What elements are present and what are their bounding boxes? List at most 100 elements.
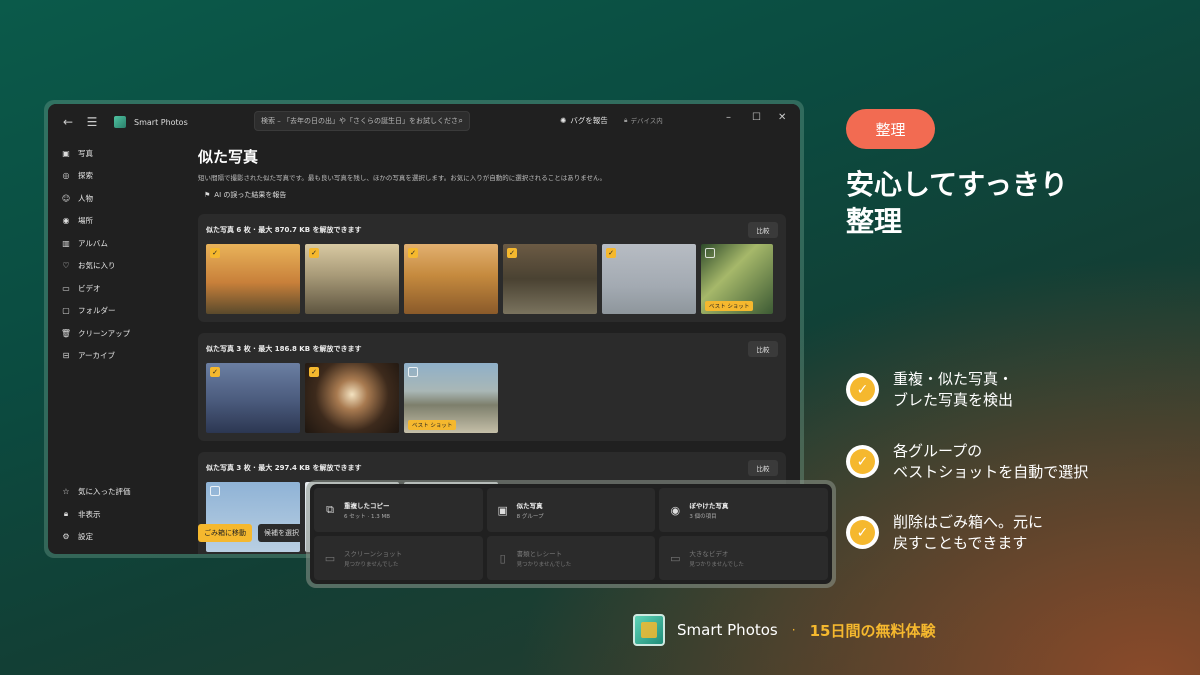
checkbox-unchecked[interactable]: [408, 367, 418, 377]
thumbnail-row: ✓ ✓ ベスト ショット: [206, 363, 498, 433]
copy-icon: ⧉: [326, 503, 334, 516]
photo-thumbnail[interactable]: ベスト ショット: [701, 244, 773, 314]
title-bar: ← ☰ Smart Photos 検索 – 「去年の日の出」や「さくらの誕生日」…: [48, 104, 800, 140]
category-card-large-videos[interactable]: ▭ 大きなビデオ見つかりませんでした: [659, 536, 828, 580]
category-subtitle: 見つかりませんでした: [689, 562, 744, 568]
checkbox-checked[interactable]: ✓: [408, 248, 418, 258]
photo-thumbnail[interactable]: ✓: [602, 244, 696, 314]
select-candidates-button[interactable]: 候補を選択: [258, 524, 305, 542]
checkbox-checked[interactable]: ✓: [210, 367, 220, 377]
feature-text: 戻すこともできます: [893, 534, 1028, 552]
maximize-button[interactable]: ☐: [752, 112, 761, 123]
photo-icon: ▣: [62, 148, 70, 158]
category-subtitle: 見つかりませんでした: [344, 562, 399, 568]
sidebar-item-label: 探索: [78, 171, 93, 181]
category-subtitle: 8 グループ: [516, 514, 544, 520]
search-input[interactable]: 検索 – 「去年の日の出」や「さくらの誕生日」をお試しください ⌕: [254, 111, 470, 131]
feature-text: 削除はごみ箱へ。元に: [893, 513, 1044, 531]
category-subtitle: 3 個の項目: [689, 514, 717, 520]
sidebar-item-label: 非表示: [78, 509, 101, 519]
checkbox-checked[interactable]: ✓: [309, 248, 319, 258]
lock-icon: 🔒︎: [63, 509, 69, 519]
minimize-button[interactable]: –: [726, 112, 731, 123]
sidebar-item-places[interactable]: ◉ 場所: [48, 210, 184, 233]
photo-thumbnail[interactable]: ✓: [503, 244, 597, 314]
check-circle-icon: ✓: [846, 373, 879, 406]
category-title: 大きなビデオ: [689, 550, 729, 558]
sidebar-item-explore[interactable]: ◎ 探索: [48, 165, 184, 188]
cleanup-categories-frame: ⧉ 重複したコピー 6 セット · 1.3 MB ▣ 似た写真 8 グループ ◉ ぼ…: [306, 480, 836, 588]
headline: 安心してすっきり 整理: [846, 166, 1068, 240]
photo-thumbnail[interactable]: ✓: [305, 363, 399, 433]
back-icon[interactable]: ←: [56, 110, 80, 134]
sidebar-item-cleanup[interactable]: 🗑︎ クリーンアップ: [48, 322, 184, 345]
category-card-screenshots[interactable]: ▭ スクリーンショット 見つかりませんでした: [314, 536, 483, 580]
sidebar-item-favorites[interactable]: ♡ お気に入り: [48, 255, 184, 278]
category-tag: 整理: [846, 109, 935, 149]
headline-line: 安心してすっきり: [846, 168, 1069, 201]
feature-text: ベストショットを自動で選択: [893, 463, 1089, 481]
sidebar-item-settings[interactable]: ⚙ 設定: [48, 526, 184, 549]
video-icon: ▭: [670, 551, 681, 565]
bug-icon: ✺: [560, 116, 567, 125]
sidebar-item-label: 気に入った評価: [78, 487, 131, 497]
app-logo: [114, 116, 126, 128]
brand-footer: Smart Photos · 15日間の無料体験: [633, 614, 935, 646]
feature-item: ✓ 削除はごみ箱へ。元に 戻すこともできます: [846, 513, 1043, 554]
sidebar-item-rated[interactable]: ☆ 気に入った評価: [48, 481, 184, 504]
category-card-blurry[interactable]: ◉ ぼやけた写真 3 個の項目: [659, 488, 828, 532]
close-button[interactable]: ✕: [778, 112, 786, 123]
checkbox-unchecked[interactable]: [705, 248, 715, 258]
sidebar-item-video[interactable]: ▭ ビデオ: [48, 277, 184, 300]
sidebar-item-label: 写真: [78, 148, 93, 158]
sidebar-item-photos[interactable]: ▣ 写真: [48, 142, 184, 165]
sidebar-item-folders[interactable]: ▢ フォルダー: [48, 300, 184, 323]
compare-button[interactable]: 比較: [748, 222, 778, 238]
checkbox-checked[interactable]: ✓: [210, 248, 220, 258]
checkbox-checked[interactable]: ✓: [507, 248, 517, 258]
photo-thumbnail[interactable]: ✓: [305, 244, 399, 314]
lock-icon: 🔒︎: [624, 115, 628, 124]
ai-report-link[interactable]: ⚑ AI の誤った結果を報告: [204, 190, 790, 200]
compare-button[interactable]: 比較: [748, 460, 778, 476]
device-only-label: デバイス内: [630, 117, 663, 125]
sidebar-bottom: ☆ 気に入った評価 🔒︎ 非表示 ⚙ 設定: [48, 481, 184, 549]
sidebar-item-label: フォルダー: [78, 306, 116, 316]
category-card-documents[interactable]: ▯ 書類とレシート 見つかりませんでした: [486, 536, 656, 580]
category-card-similar[interactable]: ▣ 似た写真 8 グループ: [486, 488, 656, 532]
eye-icon: ◉: [670, 503, 681, 517]
app-title: Smart Photos: [134, 117, 188, 127]
album-icon: ▥: [62, 238, 70, 248]
checkbox-checked[interactable]: ✓: [309, 367, 319, 377]
photo-thumbnail[interactable]: ベスト ショット: [404, 363, 498, 433]
sidebar-item-albums[interactable]: ▥ アルバム: [48, 232, 184, 255]
sidebar-item-people[interactable]: ☺ 人物: [48, 187, 184, 210]
monitor-icon: ▭: [324, 551, 336, 565]
report-bug-button[interactable]: ✺ バグを報告: [560, 115, 608, 126]
category-card-duplicates[interactable]: ⧉ 重複したコピー 6 セット · 1.3 MB: [314, 488, 483, 532]
sidebar-item-hidden[interactable]: 🔒︎ 非表示: [48, 503, 184, 526]
sidebar-item-label: お気に入り: [78, 261, 116, 271]
move-to-trash-button[interactable]: ごみ箱に移動: [198, 524, 252, 542]
thumbnail-row: ✓ ✓ ✓ ✓ ✓ ベスト ショット: [206, 244, 773, 314]
photo-thumbnail[interactable]: ✓: [404, 244, 498, 314]
compare-button[interactable]: 比較: [748, 341, 778, 357]
menu-icon[interactable]: ☰: [80, 110, 104, 134]
separator-dot: ·: [791, 623, 796, 637]
sidebar-item-label: クリーンアップ: [78, 328, 131, 338]
photo-thumbnail[interactable]: ✓: [206, 244, 300, 314]
sidebar: ▣ 写真 ◎ 探索 ☺ 人物 ◉ 場所 ▥ アルバム ♡ お気に入り ▭ ビデオ ▢ フォルダー…: [48, 140, 184, 554]
action-bar: ごみ箱に移動 候補を選択: [198, 524, 305, 542]
search-icon[interactable]: ⌕: [459, 116, 463, 126]
photo-thumbnail[interactable]: ✓: [206, 363, 300, 433]
heart-icon: ♡: [62, 261, 70, 271]
search-placeholder: 検索 – 「去年の日の出」や「さくらの誕生日」をお試しください: [261, 117, 459, 125]
sidebar-item-archive[interactable]: ⊟ アーカイブ: [48, 345, 184, 368]
checkbox-unchecked[interactable]: [210, 486, 220, 496]
sidebar-item-label: 場所: [78, 216, 93, 226]
document-icon: ▯: [499, 551, 506, 565]
checkbox-checked[interactable]: ✓: [606, 248, 616, 258]
brand-name: Smart Photos: [677, 621, 778, 639]
similar-group: 似た写真 6 枚 · 最大 870.7 KB を解放できます 比較 ✓ ✓ ✓ …: [198, 214, 786, 322]
archive-icon: ⊟: [62, 351, 70, 361]
